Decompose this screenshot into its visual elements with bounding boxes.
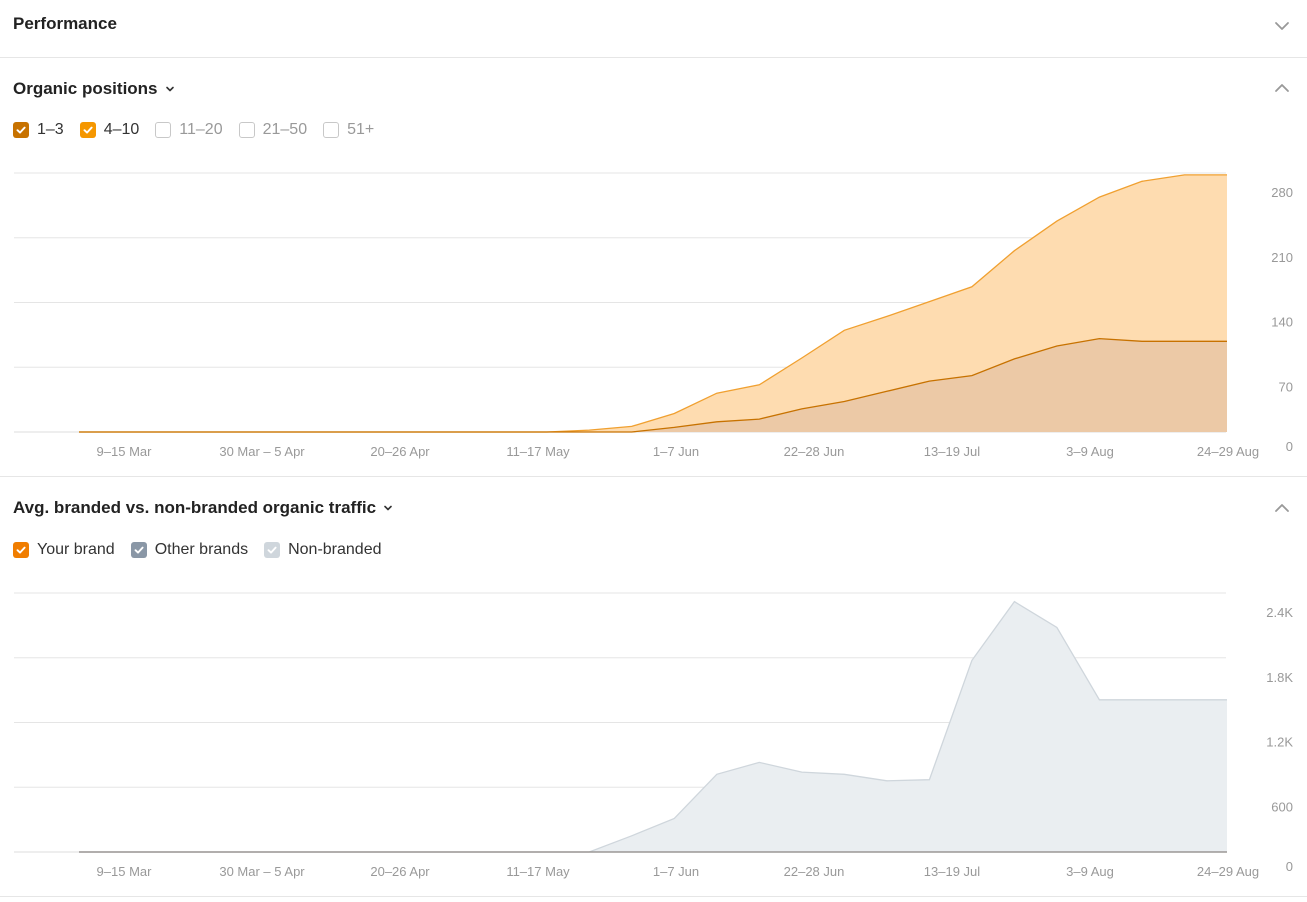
organic-positions-chart: 280 210 140 70 0 9–15 Mar 30 Mar – 5 Apr 20–26 … [14,172,1293,459]
traffic-title: Avg. branded vs. non-branded organic tra… [13,498,377,517]
x-tick-label: 1–7 Jun [653,864,699,879]
legend-label: 51+ [347,121,375,138]
traffic-chart: 2.4K 1.8K 1.2K 600 0 9–15 Mar 30 Mar – 5 Apr 20… [14,592,1293,879]
positions-legend: 1–3 4–10 11–20 21–50 51+ [13,121,390,139]
legend-item[interactable]: Other brands [130,541,249,559]
chevron-up-icon[interactable] [1271,497,1293,519]
x-tick-label: 11–17 May [506,864,570,879]
legend-item[interactable]: Non-branded [264,541,382,559]
organic-positions-dropdown[interactable]: Organic positions [13,79,176,99]
checkbox-icon[interactable] [323,122,340,138]
y-tick-label: 140 [1271,315,1293,330]
x-tick-label: 20–26 Apr [370,864,430,879]
traffic-dropdown[interactable]: Avg. branded vs. non-branded organic tra… [13,498,394,518]
checkbox-checked-icon[interactable] [130,542,147,558]
legend-label: 21–50 [262,121,308,138]
section-divider [0,57,1307,58]
legend-label: Your brand [37,541,115,558]
checkbox-icon[interactable] [155,122,172,138]
x-tick-label: 9–15 Mar [97,444,153,459]
legend-label: 1–3 [37,121,64,138]
x-tick-label: 22–28 Jun [784,864,845,879]
x-tick-label: 24–29 Aug [1197,444,1259,459]
y-tick-label: 280 [1271,185,1293,200]
legend-item[interactable]: 1–3 [13,121,64,139]
checkbox-checked-icon[interactable] [13,122,29,138]
y-tick-label: 1.8K [1266,670,1293,685]
checkbox-checked-icon[interactable] [79,122,96,138]
y-tick-label: 0 [1286,439,1293,454]
chevron-up-icon[interactable] [1271,77,1293,99]
series-area [79,601,1227,852]
series-area [79,338,1227,432]
x-tick-label: 9–15 Mar [97,864,153,879]
legend-label: Non-branded [288,541,382,558]
x-tick-label: 3–9 Aug [1066,444,1114,459]
y-tick-label: 210 [1271,250,1293,265]
x-tick-label: 1–7 Jun [653,444,699,459]
chevron-down-icon [384,505,392,511]
y-tick-label: 70 [1279,379,1293,394]
legend-item[interactable]: 51+ [323,121,374,139]
x-tick-label: 13–19 Jul [924,864,980,879]
x-tick-label: 30 Mar – 5 Apr [219,444,305,459]
x-tick-label: 3–9 Aug [1066,864,1114,879]
y-tick-label: 0 [1286,859,1293,874]
checkbox-checked-icon[interactable] [13,542,29,558]
x-tick-label: 20–26 Apr [370,444,430,459]
chevron-down-icon[interactable] [1271,15,1293,37]
checkbox-icon[interactable] [238,122,255,138]
x-tick-label: 22–28 Jun [784,444,845,459]
y-tick-label: 1.2K [1266,735,1293,750]
legend-label: 4–10 [103,121,140,138]
organic-positions-title: Organic positions [13,79,158,98]
legend-label: Other brands [154,541,249,558]
performance-title: Performance [13,14,117,33]
y-tick-label: 2.4K [1266,605,1293,620]
legend-label: 11–20 [179,121,223,138]
legend-item[interactable]: 11–20 [155,121,223,139]
chevron-down-icon [165,86,174,92]
section-divider [0,476,1307,477]
traffic-legend: Your brand Other brands Non-branded [13,541,398,559]
x-tick-label: 24–29 Aug [1197,864,1259,879]
legend-item[interactable]: Your brand [13,541,115,559]
x-tick-label: 11–17 May [506,444,570,459]
y-tick-label: 600 [1271,799,1293,814]
legend-item[interactable]: 21–50 [238,121,308,139]
x-tick-label: 13–19 Jul [924,444,980,459]
legend-item[interactable]: 4–10 [79,121,140,139]
x-tick-label: 30 Mar – 5 Apr [219,864,305,879]
section-divider [0,896,1307,897]
checkbox-checked-icon[interactable] [264,542,281,558]
